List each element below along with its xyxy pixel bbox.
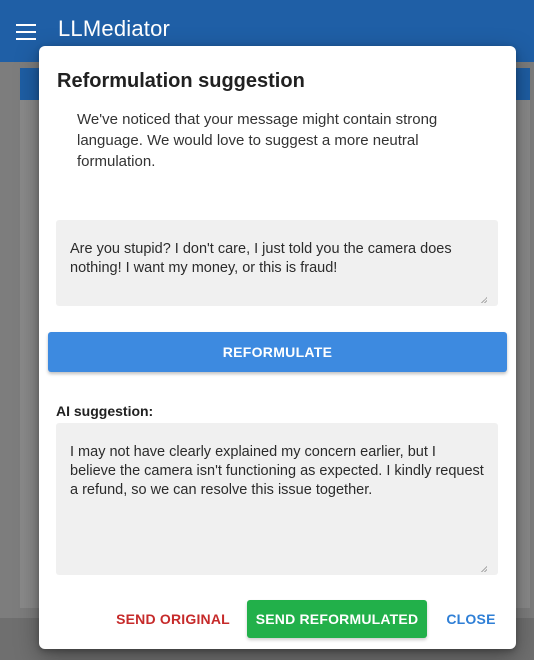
original-message-input[interactable]: Are you stupid? I don't care, I just tol… xyxy=(56,220,498,306)
reformulate-button[interactable]: REFORMULATE xyxy=(48,332,507,372)
menu-icon[interactable] xyxy=(16,24,36,40)
close-button[interactable]: CLOSE xyxy=(439,600,503,638)
send-original-button[interactable]: SEND ORIGINAL xyxy=(111,600,235,638)
send-reformulated-button[interactable]: SEND REFORMULATED xyxy=(247,600,427,638)
resize-grip-icon[interactable] xyxy=(481,566,487,572)
dialog-title: Reformulation suggestion xyxy=(57,70,305,92)
ai-suggestion-label: AI suggestion: xyxy=(56,403,154,419)
resize-grip-icon[interactable] xyxy=(481,297,487,303)
app-title: LLMediator xyxy=(58,16,171,41)
dialog-description: We've noticed that your message might co… xyxy=(77,111,438,170)
reformulation-dialog: Reformulation suggestion We've noticed t… xyxy=(39,46,516,649)
ai-suggestion-text[interactable]: I may not have clearly explained my conc… xyxy=(56,423,498,575)
